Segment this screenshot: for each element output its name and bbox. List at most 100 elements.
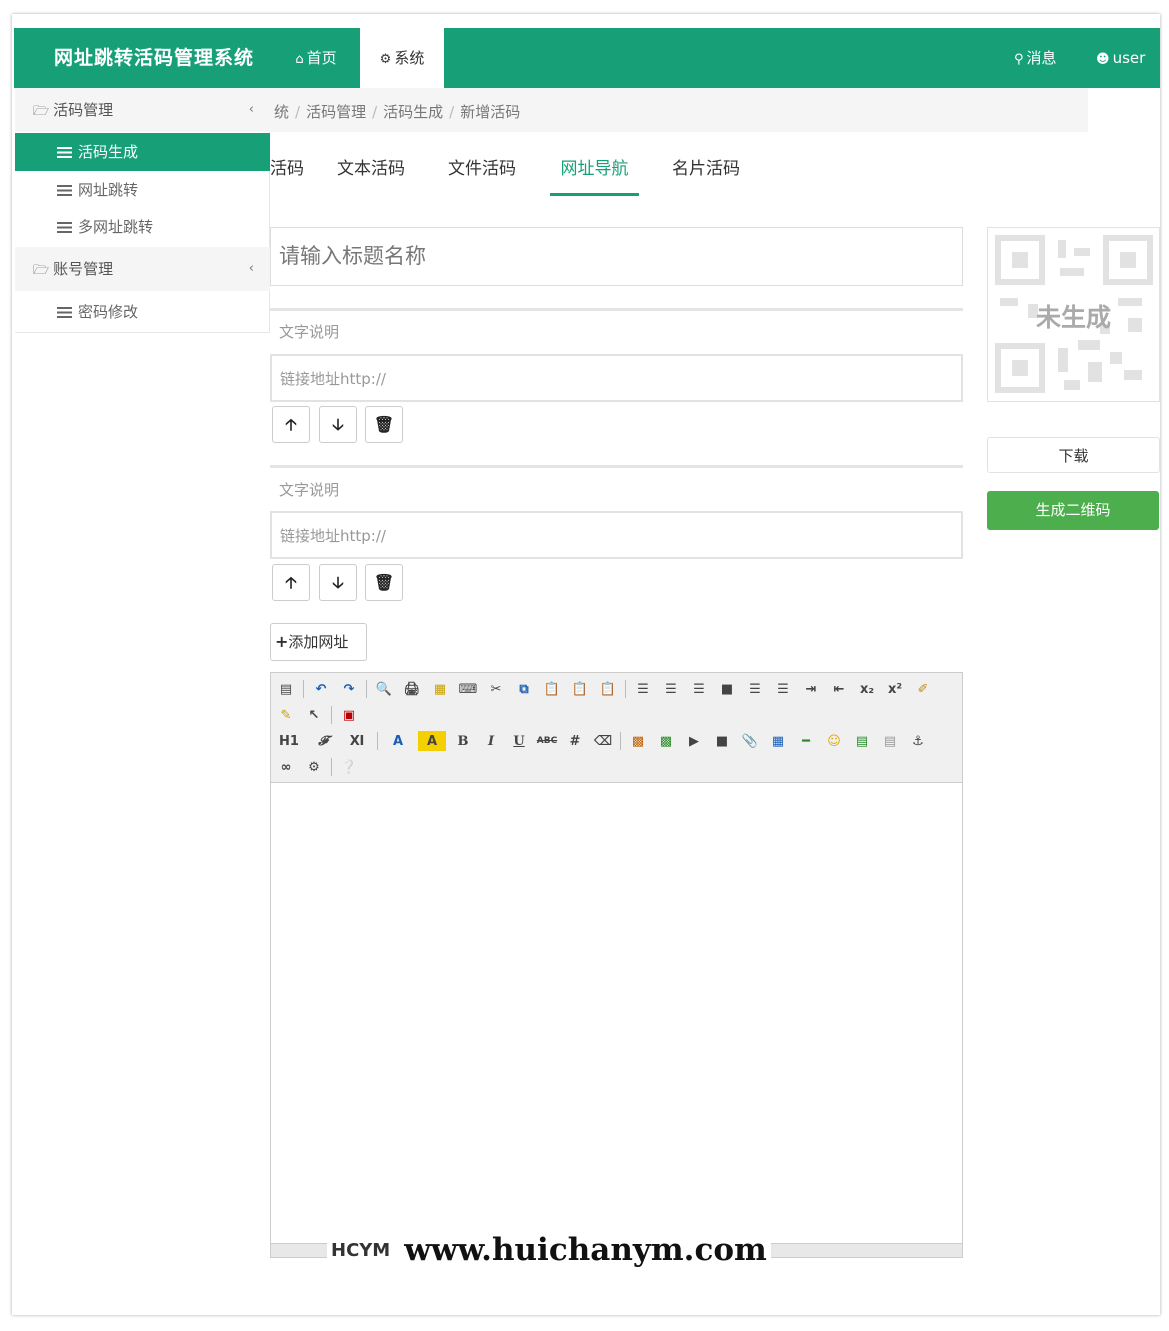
strikethrough-icon[interactable]: ABC — [536, 731, 558, 751]
watermark: HCYM www.huichanym.com — [327, 1230, 771, 1270]
anchor-icon[interactable]: ⚓ — [907, 731, 929, 751]
unlink-icon[interactable]: ⚙ — [303, 757, 325, 777]
toolbar-separator — [331, 758, 332, 776]
bold-icon[interactable]: B — [452, 731, 474, 751]
source-icon[interactable]: ▤ — [275, 679, 297, 699]
code-icon[interactable]: ⌨ — [457, 679, 479, 699]
sidebar-item-code-generate[interactable]: 活码生成 — [15, 133, 270, 171]
page-break-icon[interactable]: ▤ — [879, 731, 901, 751]
paste-text-icon[interactable]: 📋 — [569, 679, 591, 699]
heading-dropdown[interactable]: H1 — [275, 731, 303, 751]
delete-button[interactable]: 🗑 — [365, 406, 403, 443]
sidebar-item-label: 网址跳转 — [78, 181, 139, 199]
generate-qr-button[interactable]: 生成二维码 — [987, 491, 1159, 530]
arrow-down-icon: 🡣 — [332, 415, 344, 434]
cut-icon[interactable]: ✂ — [485, 679, 507, 699]
sidebar-item-url-redirect[interactable]: 网址跳转 — [15, 171, 270, 209]
unordered-list-icon[interactable]: ☰ — [772, 679, 794, 699]
subscript-icon[interactable]: x₂ — [856, 679, 878, 699]
help-icon[interactable]: ❔ — [338, 757, 360, 777]
download-button[interactable]: 下载 — [987, 437, 1160, 473]
user-menu[interactable]: ☻ user ▼ — [1096, 28, 1160, 128]
nav-system-tab[interactable]: ⚙ 系统 — [360, 28, 444, 88]
delete-button[interactable]: 🗑 — [365, 564, 403, 601]
move-up-button[interactable]: 🡡 — [272, 564, 310, 601]
add-url-button[interactable]: +添加网址 — [270, 623, 367, 661]
plus-icon: + — [275, 632, 289, 651]
select-all-icon[interactable]: ✎ — [275, 705, 297, 725]
template-icon[interactable]: ▦ — [429, 679, 451, 699]
image-icon[interactable]: ▩ — [627, 731, 649, 751]
multi-image-icon[interactable]: ▩ — [655, 731, 677, 751]
copy-icon[interactable]: ⧉ — [513, 679, 535, 699]
breadcrumb-item[interactable]: 活码生成 — [383, 103, 443, 121]
nav-message-label: 消息 — [1026, 49, 1057, 67]
table-icon[interactable]: ▦ — [767, 731, 789, 751]
tab-card-code[interactable]: 名片活码 — [672, 156, 740, 196]
align-justify-icon[interactable]: ■ — [716, 679, 738, 699]
link-url-input[interactable]: 链接地址http:// — [270, 354, 963, 402]
indent-icon[interactable]: ⇥ — [800, 679, 822, 699]
highlight-color-icon[interactable]: A — [418, 731, 446, 751]
tab-code[interactable]: 活码 — [270, 156, 304, 196]
superscript-icon[interactable]: x² — [884, 679, 906, 699]
underline-icon[interactable]: U — [508, 731, 530, 751]
tab-file-code[interactable]: 文件活码 — [448, 156, 516, 196]
emoticon-icon[interactable]: ☺ — [823, 731, 845, 751]
sidebar-item-multi-url-redirect[interactable]: 多网址跳转 — [15, 208, 270, 246]
sidebar: 🗁 活码管理 ‹ 活码生成 网址跳转 多网址跳转 🗁 账号管理 ‹ 密码修改 — [15, 88, 270, 333]
link-text-input[interactable]: 文字说明 — [270, 469, 963, 511]
breadcrumb: 统 / 活码管理 / 活码生成 / 新增活码 — [270, 88, 1088, 132]
print-icon[interactable]: 🖨 — [401, 679, 423, 699]
move-down-button[interactable]: 🡣 — [319, 406, 357, 443]
paste-word-icon[interactable]: 📋 — [597, 679, 619, 699]
move-up-button[interactable]: 🡡 — [272, 406, 310, 443]
align-left-icon[interactable]: ☰ — [632, 679, 654, 699]
breadcrumb-item[interactable]: 活码管理 — [306, 103, 366, 121]
nav-message-link[interactable]: ⚲ 消息 — [1014, 28, 1057, 88]
sidebar-item-password-change[interactable]: 密码修改 — [15, 293, 270, 331]
clear-format-icon[interactable]: ✐ — [912, 679, 934, 699]
redo-icon[interactable]: ↷ — [338, 679, 360, 699]
list-icon — [57, 185, 72, 196]
toolbar-separator — [377, 732, 378, 750]
breadcrumb-item[interactable]: 统 — [274, 103, 289, 121]
fullscreen-icon[interactable]: ▣ — [338, 705, 360, 725]
nav-system-label: 系统 — [394, 49, 425, 67]
chevron-left-icon: ‹ — [248, 102, 254, 117]
tab-url-nav[interactable]: 网址导航 — [550, 156, 639, 196]
media-icon[interactable]: ■ — [711, 731, 733, 751]
align-right-icon[interactable]: ☰ — [688, 679, 710, 699]
font-size-icon[interactable]: Ⅺ — [343, 731, 371, 751]
link-text-input[interactable]: 文字说明 — [270, 311, 963, 353]
link-url-input[interactable]: 链接地址http:// — [270, 511, 963, 559]
italic-icon[interactable]: I — [480, 731, 502, 751]
align-center-icon[interactable]: ☰ — [660, 679, 682, 699]
preview-icon[interactable]: 🔍 — [373, 679, 395, 699]
pointer-icon[interactable]: ↖ — [303, 705, 325, 725]
toolbar-separator — [366, 680, 367, 698]
sidebar-item-label: 活码生成 — [78, 143, 139, 161]
link-icon[interactable]: ∞ — [275, 757, 297, 777]
sidebar-group-account-manage[interactable]: 🗁 账号管理 ‹ — [15, 247, 270, 291]
move-down-button[interactable]: 🡣 — [319, 564, 357, 601]
sidebar-group-code-manage[interactable]: 🗁 活码管理 ‹ — [15, 88, 270, 132]
font-color-icon[interactable]: A — [384, 731, 412, 751]
ordered-list-icon[interactable]: ☰ — [744, 679, 766, 699]
font-family-icon[interactable]: 𝓕 — [309, 731, 337, 751]
attachment-icon[interactable]: 📎 — [739, 731, 761, 751]
horizontal-rule-icon[interactable]: ━ — [795, 731, 817, 751]
flash-icon[interactable]: ▶ — [683, 731, 705, 751]
paste-icon[interactable]: 📋 — [541, 679, 563, 699]
arrow-up-icon: 🡡 — [285, 573, 297, 592]
nav-home-link[interactable]: ⌂ 首页 — [276, 28, 356, 88]
outdent-icon[interactable]: ⇤ — [828, 679, 850, 699]
eraser-icon[interactable]: ⌫ — [592, 731, 614, 751]
undo-icon[interactable]: ↶ — [310, 679, 332, 699]
editor-toolbar: ▤ ↶ ↷ 🔍 🖨 ▦ ⌨ ✂ ⧉ 📋 📋 📋 ☰ ☰ ☰ ■ ☰ ☰ ⇥ ⇤ … — [271, 673, 962, 783]
tab-text-code[interactable]: 文本活码 — [337, 156, 405, 196]
toolbar-separator — [303, 680, 304, 698]
title-input[interactable]: 请输入标题名称 — [270, 227, 963, 286]
line-height-icon[interactable]: # — [564, 731, 586, 751]
map-icon[interactable]: ▤ — [851, 731, 873, 751]
